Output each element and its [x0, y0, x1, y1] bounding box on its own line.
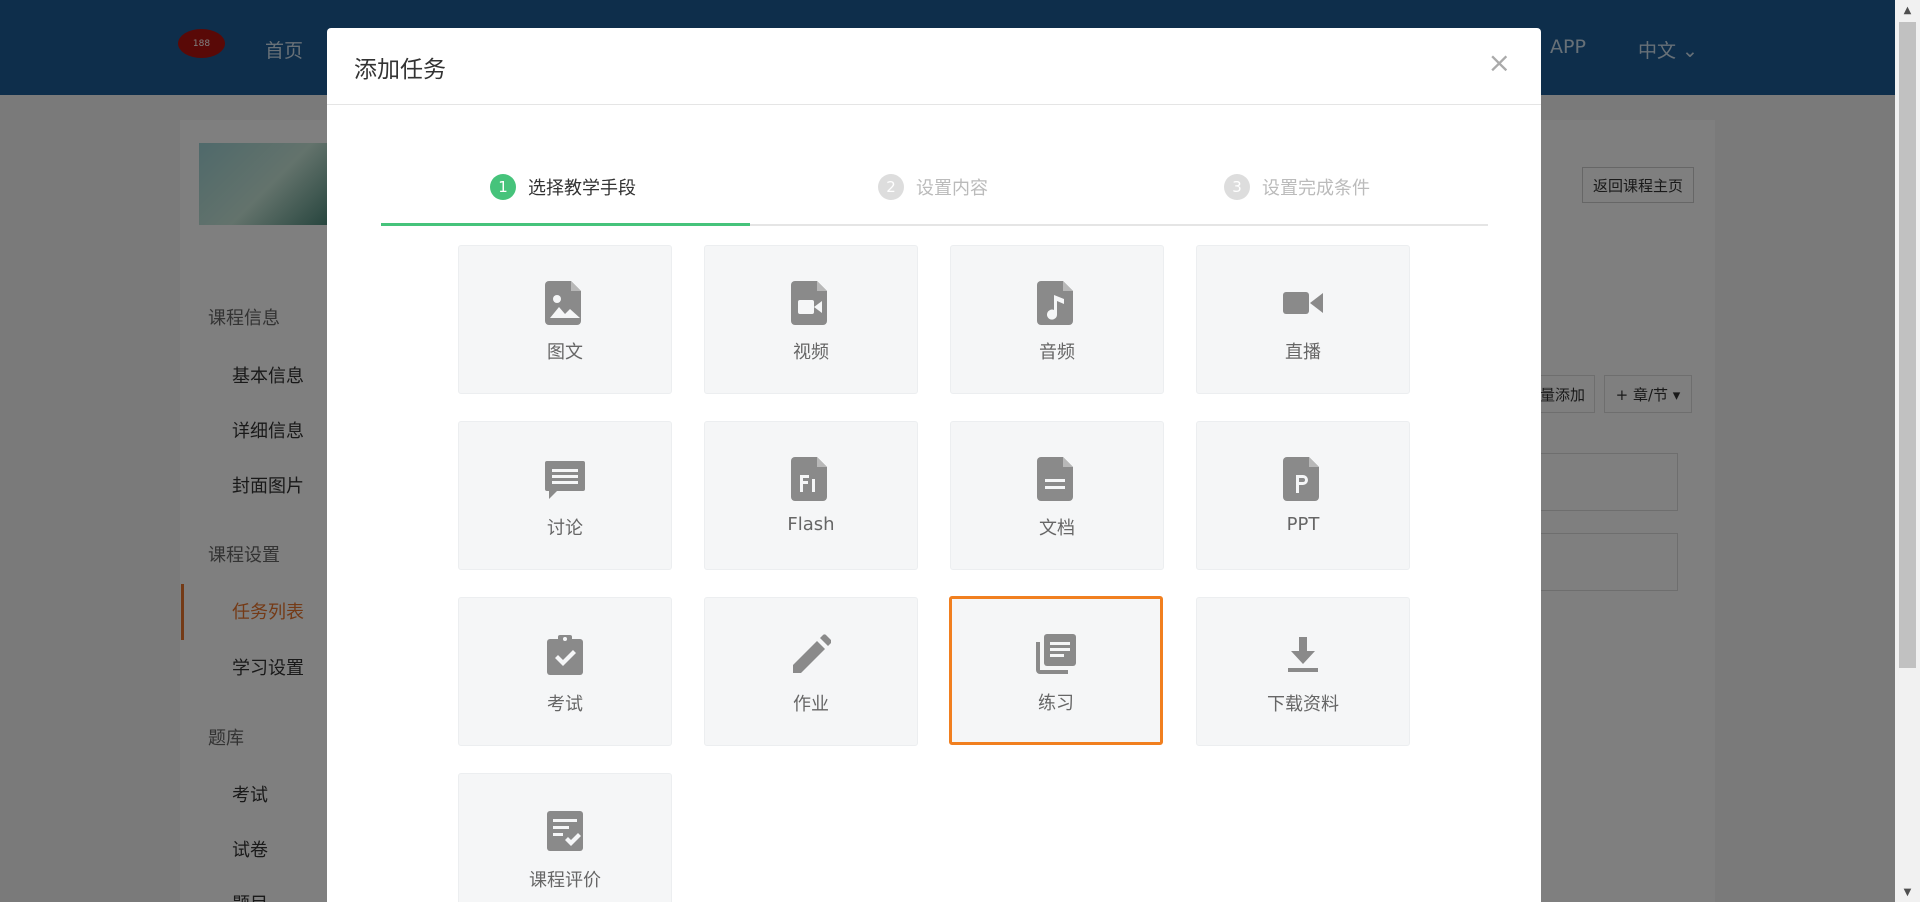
task-type-document[interactable]: 文档 — [950, 421, 1164, 570]
tile-label: 考试 — [547, 694, 583, 715]
evaluation-icon — [545, 809, 585, 853]
exam-clipboard-icon — [545, 633, 585, 677]
flash-file-icon — [791, 457, 831, 501]
pencil-icon — [791, 633, 832, 677]
step-set-content: 2 设置内容 — [878, 174, 988, 200]
task-type-flash[interactable]: Flash — [704, 421, 918, 570]
tile-label: PPT — [1286, 514, 1320, 535]
step-label: 设置完成条件 — [1262, 178, 1370, 199]
step-active-underline — [381, 223, 750, 226]
step-label: 选择教学手段 — [528, 178, 636, 199]
modal-header: 添加任务 × — [327, 28, 1541, 105]
task-type-course-evaluation[interactable]: 课程评价 — [458, 773, 672, 902]
tile-label: 音频 — [1039, 342, 1075, 363]
step-select-method: 1 选择教学手段 — [490, 174, 636, 200]
scroll-down-arrow-icon[interactable]: ▼ — [1895, 882, 1920, 902]
task-type-practice[interactable]: 练习 — [949, 596, 1163, 745]
step-completion-condition: 3 设置完成条件 — [1224, 174, 1370, 200]
ppt-file-icon — [1283, 457, 1323, 501]
discussion-icon — [545, 457, 585, 501]
scrollbar-thumb[interactable] — [1899, 22, 1916, 668]
step-number-badge: 1 — [490, 174, 516, 200]
task-type-download[interactable]: 下载资料 — [1196, 597, 1410, 746]
tile-label: 文档 — [1039, 518, 1075, 539]
task-type-exam[interactable]: 考试 — [458, 597, 672, 746]
step-progress: 1 选择教学手段 2 设置内容 3 设置完成条件 — [381, 144, 1488, 226]
step-label: 设置内容 — [916, 178, 988, 199]
task-type-live[interactable]: 直播 — [1196, 245, 1410, 394]
video-file-icon — [791, 281, 831, 325]
tile-label: 讨论 — [547, 518, 583, 539]
modal-title: 添加任务 — [354, 57, 446, 83]
document-icon — [1037, 457, 1077, 501]
task-type-audio[interactable]: 音频 — [950, 245, 1164, 394]
download-icon — [1283, 633, 1323, 677]
tile-label: 图文 — [547, 342, 583, 363]
step-number-badge: 3 — [1224, 174, 1250, 200]
task-type-image-text[interactable]: 图文 — [458, 245, 672, 394]
live-camera-icon — [1283, 281, 1323, 325]
task-type-ppt[interactable]: PPT — [1196, 421, 1410, 570]
audio-file-icon — [1037, 281, 1077, 325]
page-scrollbar[interactable]: ▲ ▼ — [1895, 0, 1920, 902]
tile-label: 作业 — [793, 694, 829, 715]
tile-label: 练习 — [1038, 693, 1074, 714]
tile-label: Flash — [787, 514, 835, 535]
tile-label: 视频 — [793, 342, 829, 363]
task-type-video[interactable]: 视频 — [704, 245, 918, 394]
tile-label: 下载资料 — [1267, 694, 1339, 715]
step-number-badge: 2 — [878, 174, 904, 200]
image-icon — [545, 281, 585, 325]
task-type-discussion[interactable]: 讨论 — [458, 421, 672, 570]
practice-library-icon — [1036, 632, 1076, 676]
tile-label: 直播 — [1285, 342, 1321, 363]
close-icon[interactable]: × — [1488, 46, 1511, 79]
tile-label: 课程评价 — [529, 870, 601, 891]
scroll-up-arrow-icon[interactable]: ▲ — [1895, 0, 1920, 20]
add-task-modal: 添加任务 × 1 选择教学手段 2 设置内容 3 设置完成条件 图文 视频 音频… — [327, 28, 1541, 902]
task-type-homework[interactable]: 作业 — [704, 597, 918, 746]
